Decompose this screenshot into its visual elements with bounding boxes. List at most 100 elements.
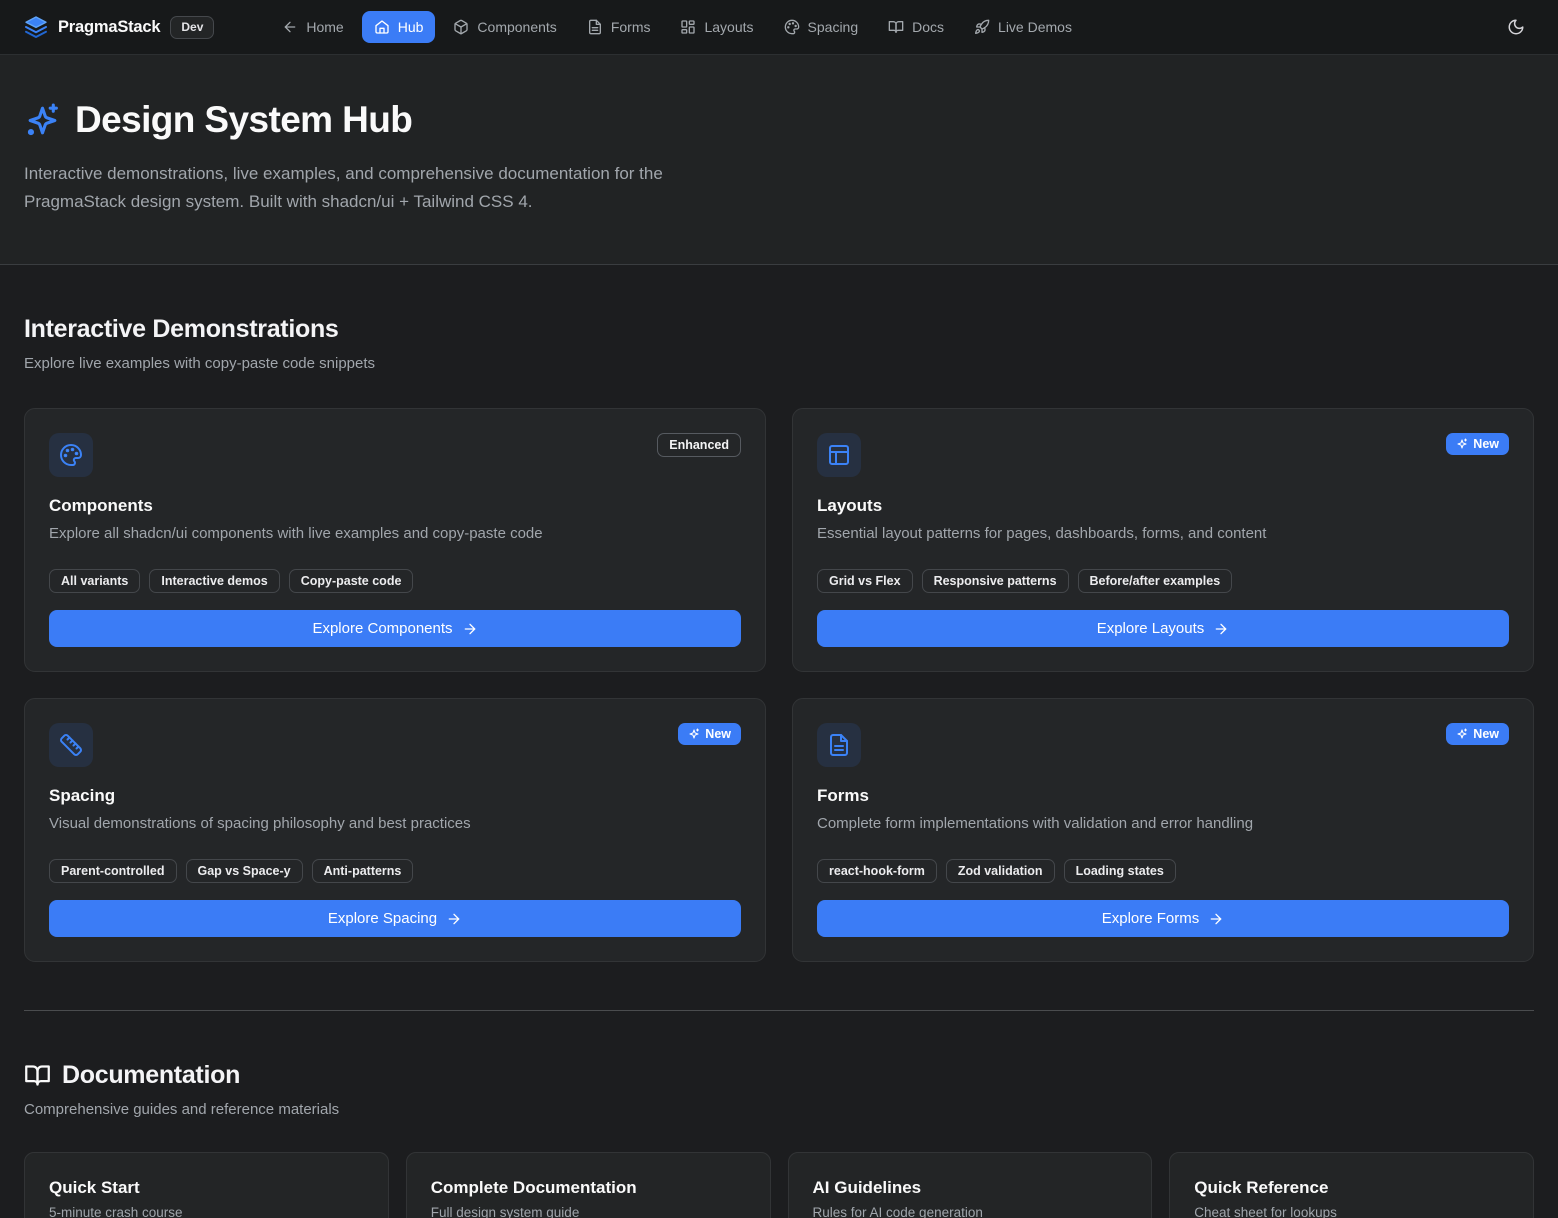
doc-card-description: Full design system guide bbox=[431, 1205, 746, 1218]
tag-badge: react-hook-form bbox=[817, 859, 937, 883]
demo-card-spacing: New Spacing Visual demonstrations of spa… bbox=[24, 698, 766, 962]
nav-item-hub[interactable]: Hub bbox=[362, 11, 436, 43]
button-label: Explore Forms bbox=[1102, 910, 1200, 927]
nav-label: Live Demos bbox=[998, 19, 1072, 35]
main-content: Interactive Demonstrations Explore live … bbox=[0, 315, 1558, 1218]
sparkles-icon bbox=[24, 102, 61, 139]
card-description: Visual demonstrations of spacing philoso… bbox=[49, 813, 741, 834]
tag-badge: Zod validation bbox=[946, 859, 1055, 883]
nav-item-layouts[interactable]: Layouts bbox=[668, 11, 765, 43]
sparkles-icon bbox=[1456, 438, 1468, 450]
nav-label: Hub bbox=[398, 19, 424, 35]
box-icon bbox=[453, 19, 469, 35]
docs-heading-label: Documentation bbox=[62, 1061, 240, 1090]
nav-label: Forms bbox=[611, 19, 651, 35]
doc-card-title: Quick Start bbox=[49, 1178, 364, 1198]
nav-item-live-demos[interactable]: Live Demos bbox=[962, 11, 1084, 43]
hero-section: Design System Hub Interactive demonstrat… bbox=[0, 55, 1558, 265]
sparkles-icon bbox=[1456, 728, 1468, 740]
navbar: PragmaStack Dev Home Hub Components Fo bbox=[0, 0, 1558, 55]
sparkles-icon bbox=[688, 728, 700, 740]
demo-card-grid: Enhanced Components Explore all shadcn/u… bbox=[24, 408, 1534, 962]
home-icon bbox=[374, 19, 390, 35]
doc-card-title: AI Guidelines bbox=[813, 1178, 1128, 1198]
status-badge: Enhanced bbox=[657, 433, 741, 457]
file-text-icon bbox=[587, 19, 603, 35]
brand[interactable]: PragmaStack Dev bbox=[24, 15, 214, 39]
explore-forms-button[interactable]: Explore Forms bbox=[817, 900, 1509, 937]
doc-card-ai-guidelines[interactable]: AI Guidelines Rules for AI code generati… bbox=[788, 1152, 1153, 1218]
arrow-right-icon bbox=[1208, 911, 1224, 927]
new-badge: New bbox=[678, 723, 741, 745]
demos-section-subtitle: Explore live examples with copy-paste co… bbox=[24, 355, 1534, 372]
docs-section-subtitle: Comprehensive guides and reference mater… bbox=[24, 1101, 1534, 1118]
page-description: Interactive demonstrations, live example… bbox=[24, 160, 759, 216]
demo-card-layouts: New Layouts Essential layout patterns fo… bbox=[792, 408, 1534, 672]
docs-section-title: Documentation bbox=[24, 1061, 1534, 1090]
section-divider bbox=[24, 1010, 1534, 1011]
demo-card-components: Enhanced Components Explore all shadcn/u… bbox=[24, 408, 766, 672]
book-open-icon bbox=[24, 1062, 51, 1089]
palette-icon bbox=[49, 433, 93, 477]
demos-section-title: Interactive Demonstrations bbox=[24, 315, 1534, 344]
doc-card-description: Rules for AI code generation bbox=[813, 1205, 1128, 1218]
nav-item-spacing[interactable]: Spacing bbox=[772, 11, 871, 43]
arrow-right-icon bbox=[462, 621, 478, 637]
panels-top-left-icon bbox=[817, 433, 861, 477]
doc-card-quick-start[interactable]: Quick Start 5-minute crash course bbox=[24, 1152, 389, 1218]
tag-badge: Responsive patterns bbox=[922, 569, 1069, 593]
explore-components-button[interactable]: Explore Components bbox=[49, 610, 741, 647]
layers-icon bbox=[24, 15, 48, 39]
doc-card-complete-documentation[interactable]: Complete Documentation Full design syste… bbox=[406, 1152, 771, 1218]
badge-label: New bbox=[705, 727, 731, 741]
theme-toggle-button[interactable] bbox=[1498, 9, 1534, 45]
card-description: Explore all shadcn/ui components with li… bbox=[49, 523, 741, 544]
tag-badge: Interactive demos bbox=[149, 569, 279, 593]
file-text-icon bbox=[817, 723, 861, 767]
doc-card-grid: Quick Start 5-minute crash course Comple… bbox=[24, 1152, 1534, 1218]
doc-card-title: Complete Documentation bbox=[431, 1178, 746, 1198]
book-open-icon bbox=[888, 19, 904, 35]
badge-label: New bbox=[1473, 437, 1499, 451]
card-title: Layouts bbox=[817, 496, 1509, 516]
tag-row: Parent-controlled Gap vs Space-y Anti-pa… bbox=[49, 859, 741, 883]
tag-row: react-hook-form Zod validation Loading s… bbox=[817, 859, 1509, 883]
explore-spacing-button[interactable]: Explore Spacing bbox=[49, 900, 741, 937]
tag-badge: Grid vs Flex bbox=[817, 569, 913, 593]
nav-item-forms[interactable]: Forms bbox=[575, 11, 663, 43]
explore-layouts-button[interactable]: Explore Layouts bbox=[817, 610, 1509, 647]
button-label: Explore Spacing bbox=[328, 910, 437, 927]
arrow-left-icon bbox=[282, 19, 298, 35]
nav-label: Spacing bbox=[808, 19, 859, 35]
tag-row: All variants Interactive demos Copy-past… bbox=[49, 569, 741, 593]
page-title: Design System Hub bbox=[75, 99, 412, 141]
card-description: Complete form implementations with valid… bbox=[817, 813, 1509, 834]
doc-card-description: 5-minute crash course bbox=[49, 1205, 364, 1218]
card-title: Components bbox=[49, 496, 741, 516]
rocket-icon bbox=[974, 19, 990, 35]
tag-badge: All variants bbox=[49, 569, 140, 593]
arrow-right-icon bbox=[446, 911, 462, 927]
doc-card-quick-reference[interactable]: Quick Reference Cheat sheet for lookups bbox=[1169, 1152, 1534, 1218]
nav-item-docs[interactable]: Docs bbox=[876, 11, 956, 43]
layout-grid-icon bbox=[680, 19, 696, 35]
card-title: Spacing bbox=[49, 786, 741, 806]
palette-icon bbox=[784, 19, 800, 35]
button-label: Explore Layouts bbox=[1097, 620, 1205, 637]
card-title: Forms bbox=[817, 786, 1509, 806]
brand-name: PragmaStack bbox=[58, 18, 160, 37]
nav-label: Docs bbox=[912, 19, 944, 35]
nav-item-home[interactable]: Home bbox=[270, 11, 355, 43]
arrow-right-icon bbox=[1213, 621, 1229, 637]
tag-badge: Gap vs Space-y bbox=[186, 859, 303, 883]
new-badge: New bbox=[1446, 433, 1509, 455]
nav-label: Layouts bbox=[704, 19, 753, 35]
tag-badge: Before/after examples bbox=[1078, 569, 1233, 593]
card-description: Essential layout patterns for pages, das… bbox=[817, 523, 1509, 544]
main-nav: Home Hub Components Forms Layouts bbox=[270, 11, 1084, 43]
new-badge: New bbox=[1446, 723, 1509, 745]
tag-row: Grid vs Flex Responsive patterns Before/… bbox=[817, 569, 1509, 593]
nav-item-components[interactable]: Components bbox=[441, 11, 568, 43]
moon-icon bbox=[1507, 18, 1525, 36]
demo-card-forms: New Forms Complete form implementations … bbox=[792, 698, 1534, 962]
